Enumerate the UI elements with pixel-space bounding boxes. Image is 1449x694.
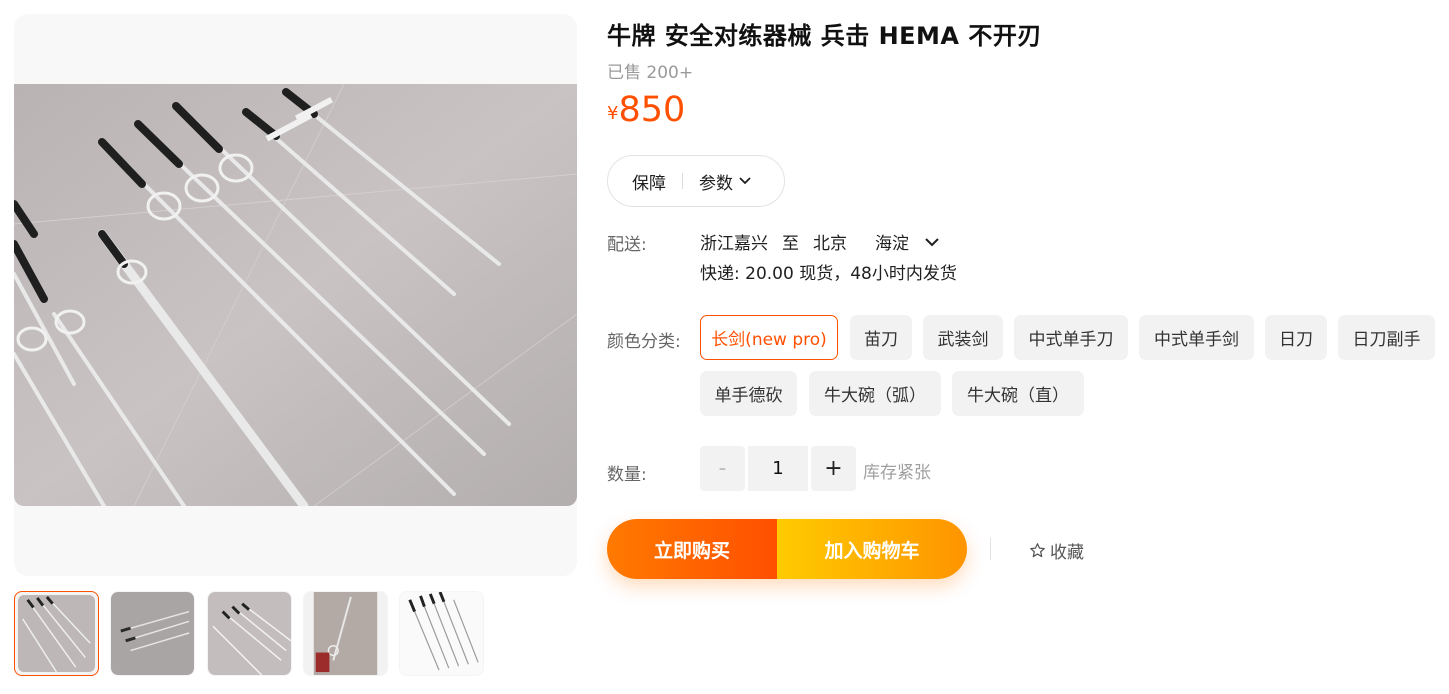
currency-symbol: ¥ (607, 103, 619, 124)
sold-count: 已售 200+ (607, 63, 694, 83)
delivery-address[interactable]: 浙江嘉兴 至 北京 海淀 (700, 229, 941, 254)
ship-from: 浙江嘉兴 (700, 234, 768, 254)
main-image-container (14, 14, 577, 576)
price-value: 850 (618, 90, 686, 130)
sku-option-messer[interactable]: 单手德砍 (700, 371, 797, 416)
thumbnail-image-3 (208, 592, 291, 675)
add-to-cart-button[interactable]: 加入购物车 (777, 519, 967, 579)
shipping-info: 快递: 20.00 现货，48小时内发货 (700, 264, 957, 284)
ship-city: 北京 (813, 234, 847, 254)
sku-label: 颜色分类: (607, 332, 681, 352)
ship-district: 海淀 (875, 234, 909, 254)
favorite-button[interactable]: 收藏 (1029, 538, 1084, 563)
thumbnail-5[interactable] (399, 591, 484, 676)
sku-option-long-sword[interactable]: 长剑(new pro) (700, 315, 838, 360)
service-pill[interactable]: 保障 参数 (607, 155, 785, 207)
chevron-down-icon (739, 177, 751, 185)
guarantee-tab[interactable]: 保障 (632, 169, 666, 194)
pill-divider (682, 173, 683, 189)
params-tab[interactable]: 参数 (699, 169, 733, 194)
quantity-input[interactable] (748, 446, 808, 491)
product-title: 牛牌 安全对练器械 兵击 HEMA 不开刃 (607, 22, 1042, 50)
ship-to-word: 至 (782, 234, 799, 254)
thumbnail-2[interactable] (110, 591, 195, 676)
sku-option-big-bowl-curved[interactable]: 牛大碗（弧） (809, 371, 941, 416)
action-divider (990, 538, 991, 560)
purchase-buttons: 立即购买 加入购物车 (607, 519, 967, 579)
thumbnail-image-2 (111, 592, 194, 675)
star-icon (1030, 543, 1045, 558)
quantity-label: 数量: (607, 465, 647, 485)
sku-option-miao-dao[interactable]: 苗刀 (850, 315, 912, 360)
buy-now-button[interactable]: 立即购买 (607, 519, 777, 579)
quantity-minus-button[interactable]: - (700, 446, 745, 491)
thumbnail-3[interactable] (207, 591, 292, 676)
sku-option-japanese-sword[interactable]: 日刀 (1265, 315, 1327, 360)
stock-status: 库存紧张 (863, 463, 931, 483)
thumbnail-1[interactable] (14, 591, 99, 676)
thumbnail-image-4 (304, 592, 387, 675)
sku-option-arming-sword[interactable]: 武装剑 (923, 315, 1003, 360)
quantity-plus-button[interactable]: + (811, 446, 856, 491)
price: ¥850 (607, 90, 685, 130)
thumbnail-4[interactable] (303, 591, 388, 676)
sku-option-chinese-sword[interactable]: 中式单手剑 (1139, 315, 1254, 360)
thumbnail-image-1 (18, 595, 95, 672)
sku-option-chinese-saber[interactable]: 中式单手刀 (1014, 315, 1128, 360)
sku-option-japanese-offhand[interactable]: 日刀副手 (1338, 315, 1435, 360)
favorite-label: 收藏 (1050, 543, 1084, 563)
main-product-image (14, 84, 577, 506)
thumbnail-image-5 (400, 592, 483, 675)
chevron-down-icon[interactable] (923, 233, 941, 251)
sku-option-big-bowl-straight[interactable]: 牛大碗（直） (952, 371, 1084, 416)
delivery-label: 配送: (607, 235, 647, 255)
